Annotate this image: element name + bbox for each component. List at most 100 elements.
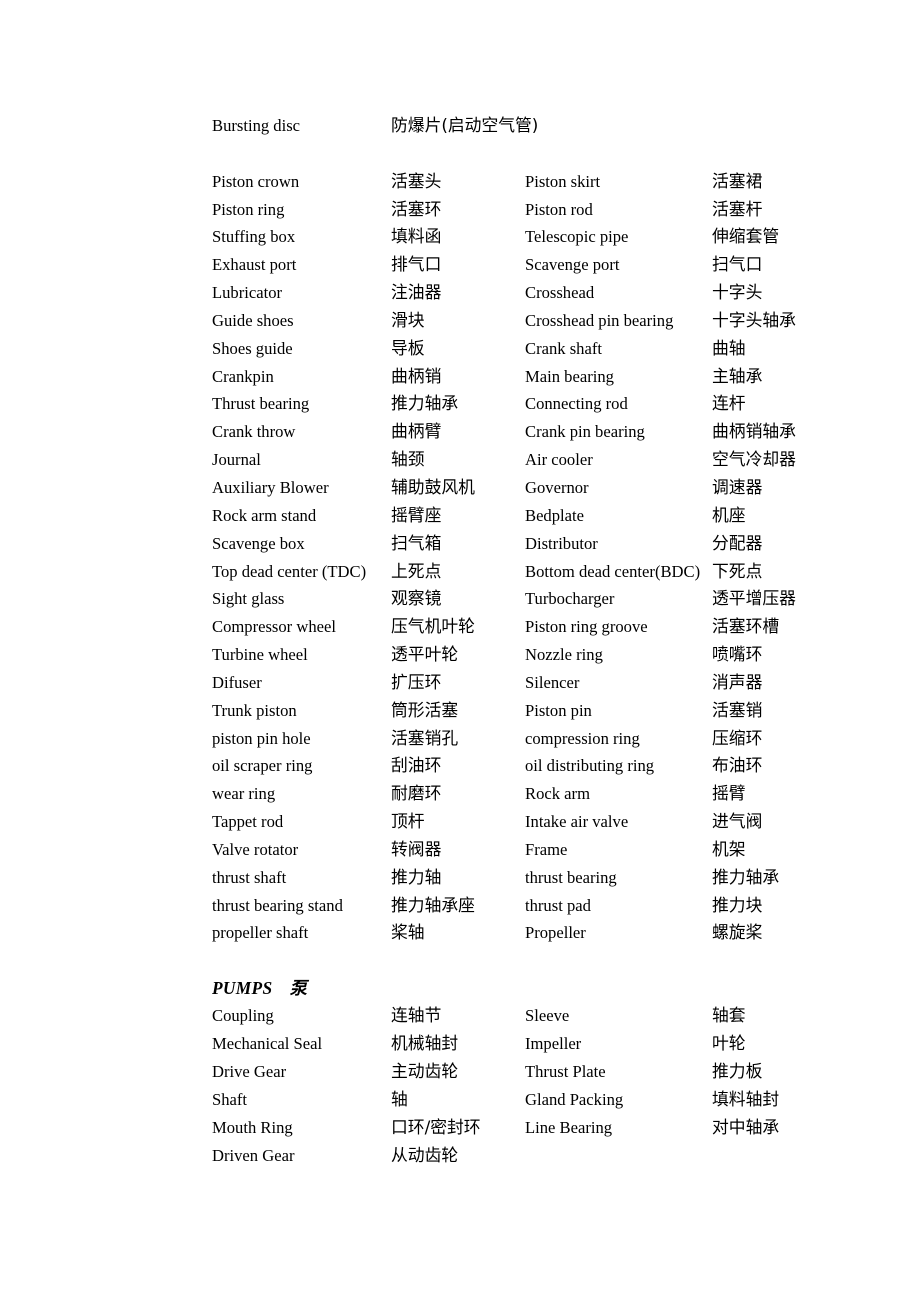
term-english: oil distributing ring [525,756,655,776]
term-chinese: 机架 [712,838,746,859]
term-chinese: 推力轴承座 [391,894,475,915]
term-english: propeller shaft [212,923,309,943]
glossary-row: oil scraper ring 刮油环 oil distributing ring… [212,752,912,780]
term-english: Mechanical Seal [212,1034,323,1054]
glossary-content: Bursting disc 防爆片(启动空气管) Piston crown 活塞头 P… [212,112,912,1169]
term-english: piston pin hole [212,728,311,748]
term-chinese: 轴颈 [391,449,425,470]
term-english: Shaft [212,1089,248,1109]
engine-parts-table: Piston crown 活塞头 Piston skirt 活塞裙 Piston rin… [212,168,912,948]
term-chinese: 伸缩套管 [712,226,780,247]
glossary-row: Trunk piston 筒形活塞 Piston pin 活塞销 [212,697,912,725]
term-english: Journal [212,450,261,470]
term-chinese: 曲轴 [712,337,746,358]
glossary-row: propeller shaft 桨轴 Propeller 螺旋桨 [212,919,912,947]
glossary-row: Turbine wheel 透平叶轮 Nozzle ring 喷嘴环 [212,641,912,669]
term-chinese: 活塞销孔 [391,727,459,748]
term-english: Piston ring [212,199,285,219]
term-chinese: 螺旋桨 [712,922,763,943]
term-chinese: 活塞裙 [712,170,763,191]
term-chinese: 喷嘴环 [712,644,763,665]
glossary-row: Stuffing box 填料函 Telescopic pipe 伸缩套管 [212,223,912,251]
glossary-row: Difuser 扩压环 Silencer 消声器 [212,669,912,697]
glossary-row: Shoes guide 导板 Crank shaft 曲轴 [212,335,912,363]
term-chinese: 进气阀 [712,811,763,832]
term-chinese: 导板 [391,337,425,358]
term-chinese: 轴套 [712,1005,746,1026]
term-english: Tappet rod [212,812,284,832]
glossary-row: Top dead center (TDC) 上死点 Bottom dead cent… [212,558,912,586]
term-english: wear ring [212,784,276,804]
glossary-row: Journal 轴颈 Air cooler 空气冷却器 [212,446,912,474]
term-english: Guide shoes [212,310,294,330]
term-english: Valve rotator [212,839,299,859]
glossary-row: Tappet rod 顶杆 Intake air valve 进气阀 [212,808,912,836]
term-english: Impeller [525,1034,582,1054]
term-chinese: 压气机叶轮 [391,616,475,637]
term-chinese: 调速器 [712,476,763,497]
term-chinese: 活塞环 [391,198,442,219]
glossary-row: Driven Gear 从动齿轮 [212,1142,912,1170]
term-english: Crosshead pin bearing [525,310,674,330]
glossary-row: Piston crown 活塞头 Piston skirt 活塞裙 [212,168,912,196]
term-english: Stuffing box [212,227,296,247]
term-chinese: 十字头轴承 [712,309,796,330]
term-chinese: 活塞杆 [712,198,763,219]
term-chinese: 十字头 [712,282,763,303]
term-english: Thrust Plate [525,1062,606,1081]
term-english: Coupling [212,1006,274,1026]
glossary-row: Compressor wheel 压气机叶轮 Piston ring groove 活… [212,613,912,641]
term-english: thrust bearing [525,867,617,887]
term-chinese: 耐磨环 [391,783,442,804]
glossary-row: thrust bearing stand 推力轴承座 thrust pad 推力块 [212,892,912,920]
term-chinese: 机械轴封 [391,1033,459,1054]
term-chinese: 空气冷却器 [712,449,796,470]
term-english: oil scraper ring [212,756,313,776]
term-english: thrust bearing stand [212,895,343,915]
term-english: Frame [525,839,568,859]
term-chinese: 辅助鼓风机 [391,476,475,497]
term-english: compression ring [525,728,640,748]
term-english: Governor [525,477,589,497]
term-english: thrust pad [525,895,591,915]
term-chinese: 主动齿轮 [391,1061,459,1081]
term-english: Trunk piston [212,700,297,720]
term-chinese: 主轴承 [712,365,763,386]
glossary-row: Crank throw 曲柄臂 Crank pin bearing 曲柄销轴承 [212,418,912,446]
term-chinese: 活塞销 [712,699,763,720]
term-chinese: 扩压环 [391,671,442,692]
glossary-row: Scavenge box 扫气箱 Distributor 分配器 [212,530,912,558]
term-english: Thrust bearing [212,394,310,414]
term-chinese: 防爆片(启动空气管) [391,115,539,135]
glossary-row-intro: Bursting disc 防爆片(启动空气管) [212,112,912,140]
term-english: Scavenge box [212,533,305,553]
section-heading-chinese: 泵 [289,979,307,1000]
term-chinese: 筒形活塞 [391,699,459,720]
term-chinese: 扫气口 [712,254,763,275]
term-english: Piston crown [212,171,300,191]
term-english: Line Bearing [525,1117,613,1137]
term-english: Rock arm [525,784,590,804]
term-english: Compressor wheel [212,617,336,637]
term-chinese: 透平叶轮 [391,644,459,665]
term-english: Exhaust port [212,255,297,275]
glossary-row: Rock arm stand 摇臂座 Bedplate 机座 [212,502,912,530]
term-english: Crosshead [525,283,595,303]
term-english: Distributor [525,533,598,553]
term-english: thrust shaft [212,867,287,887]
term-chinese: 摇臂座 [391,504,442,525]
glossary-row: Exhaust port 排气口 Scavenge port 扫气口 [212,251,912,279]
glossary-row: Thrust bearing 推力轴承 Connecting rod 连杆 [212,390,912,418]
section-heading-english: PUMPS [212,978,273,999]
term-chinese: 分配器 [712,532,763,553]
term-chinese: 活塞头 [391,170,442,191]
term-chinese: 摇臂 [712,783,746,804]
term-chinese: 活塞环槽 [712,616,780,637]
glossary-row: Mechanical Seal 机械轴封 Impeller 叶轮 [212,1030,912,1058]
term-chinese: 透平增压器 [712,588,796,609]
term-chinese: 刮油环 [391,755,442,776]
term-chinese: 桨轴 [391,922,425,943]
term-english: Shoes guide [212,338,293,358]
